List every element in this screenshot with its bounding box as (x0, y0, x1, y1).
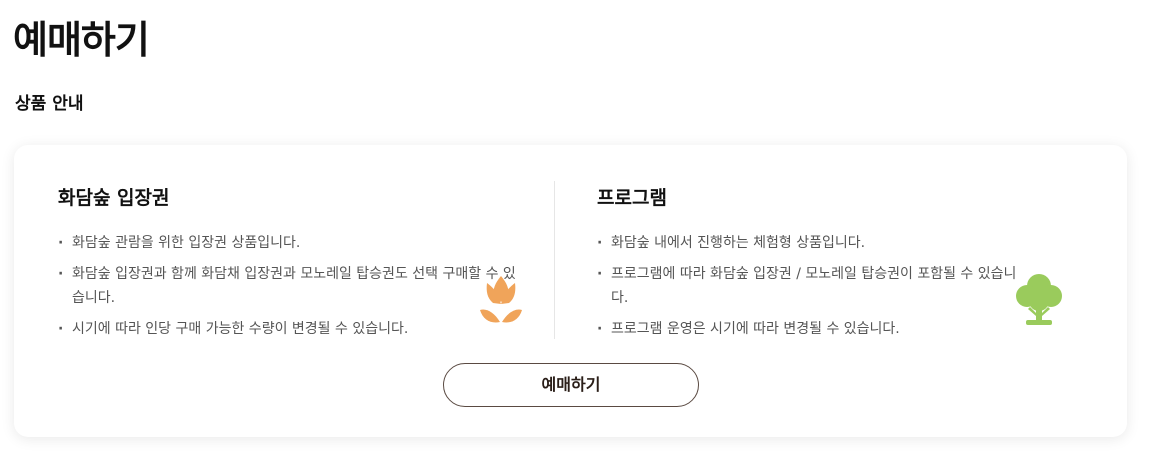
description-item: 프로그램에 따라 화담숲 입장권 / 모노레일 탑승권이 포함될 수 있습니다. (597, 262, 1017, 310)
product-program: 프로그램 화담숲 내에서 진행하는 체험형 상품입니다. 프로그램에 따라 화담… (597, 181, 1017, 348)
product-admission-ticket: 화담숲 입장권 화담숲 관람을 위한 입장권 상품입니다. 화담숲 입장권과 함… (58, 181, 528, 348)
product-name: 프로그램 (597, 187, 667, 209)
page-title: 예매하기 (13, 18, 150, 62)
product-description-list: 화담숲 내에서 진행하는 체험형 상품입니다. 프로그램에 따라 화담숲 입장권… (597, 231, 1017, 341)
description-item: 시기에 따라 인당 구매 가능한 수량이 변경될 수 있습니다. (58, 317, 528, 341)
tree-icon (1014, 271, 1064, 329)
description-item: 화담숲 내에서 진행하는 체험형 상품입니다. (597, 231, 1017, 255)
product-name: 화담숲 입장권 (58, 187, 170, 209)
divider (554, 181, 555, 339)
description-item: 화담숲 관람을 위한 입장권 상품입니다. (58, 231, 528, 255)
description-item: 화담숲 입장권과 함께 화담채 입장권과 모노레일 탑승권도 선택 구매할 수 … (58, 262, 528, 310)
product-info-card: 화담숲 입장권 화담숲 관람을 위한 입장권 상품입니다. 화담숲 입장권과 함… (14, 145, 1127, 437)
description-item: 프로그램 운영은 시기에 따라 변경될 수 있습니다. (597, 317, 1017, 341)
book-now-button[interactable]: 예매하기 (443, 363, 699, 407)
tulip-icon (478, 274, 524, 326)
section-title: 상품 안내 (15, 94, 84, 114)
product-description-list: 화담숲 관람을 위한 입장권 상품입니다. 화담숲 입장권과 함께 화담채 입장… (58, 231, 528, 341)
